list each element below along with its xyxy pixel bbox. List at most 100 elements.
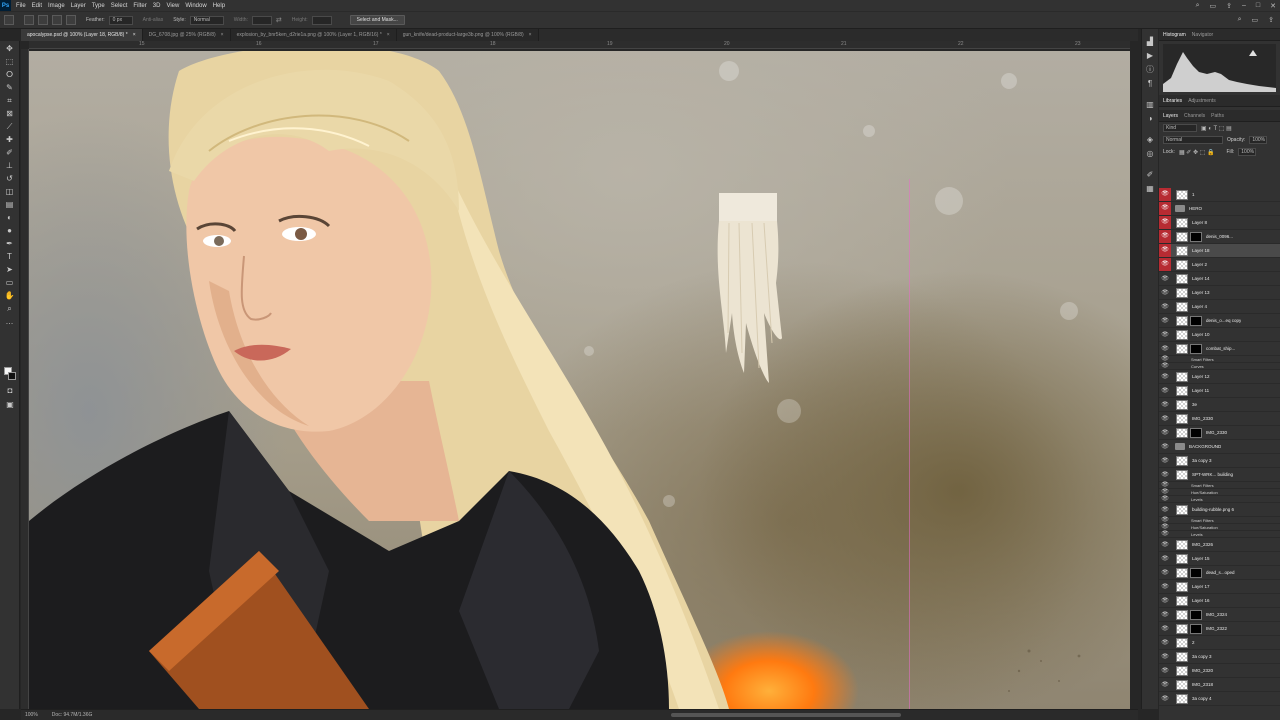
layer-row[interactable]: 👁 1 bbox=[1159, 188, 1280, 202]
channels-icon[interactable]: ◎ bbox=[1146, 149, 1155, 158]
layer-row[interactable]: 👁 combat_ship... bbox=[1159, 342, 1280, 356]
smart-filter-row[interactable]: 👁 Curves bbox=[1159, 363, 1280, 370]
new-selection-button[interactable] bbox=[24, 15, 34, 25]
search-icon[interactable]: ⌕ bbox=[1196, 2, 1200, 10]
opacity-input[interactable]: 100% bbox=[1249, 136, 1268, 144]
quick-select-tool-icon[interactable]: ✎ bbox=[3, 82, 17, 93]
close-tab-icon[interactable]: × bbox=[529, 32, 532, 38]
layer-group-row[interactable]: 👁 HERO bbox=[1159, 202, 1280, 216]
smart-filter-row[interactable]: 👁 Levels bbox=[1159, 496, 1280, 503]
brush-tool-icon[interactable]: ✐ bbox=[3, 147, 17, 158]
layers-icon[interactable]: ◈ bbox=[1146, 135, 1155, 144]
layer-row[interactable]: 👁 Layer 8 bbox=[1159, 216, 1280, 230]
close-tab-icon[interactable]: × bbox=[221, 32, 224, 38]
play-icon[interactable]: ▶ bbox=[1146, 51, 1155, 60]
layer-row[interactable]: 👁 IMG_2330 bbox=[1159, 412, 1280, 426]
pen-tool-icon[interactable]: ✒ bbox=[3, 238, 17, 249]
document-tab[interactable]: explosion_by_bnr5ken_d2rie1a.png @ 100% … bbox=[230, 29, 397, 41]
library-icon[interactable]: ▥ bbox=[1146, 100, 1155, 109]
style-select[interactable]: Normal bbox=[189, 15, 224, 25]
visibility-eye-icon[interactable]: 👁 bbox=[1159, 258, 1171, 271]
frame-tool-icon[interactable]: ⊠ bbox=[3, 108, 17, 119]
workspace-icon[interactable]: ▭ bbox=[1209, 2, 1216, 10]
subtract-selection-button[interactable] bbox=[52, 15, 62, 25]
select-and-mask-button[interactable]: Select and Mask... bbox=[349, 15, 405, 25]
visibility-eye-icon[interactable]: 👁 bbox=[1159, 471, 1171, 478]
visibility-eye-icon[interactable]: 👁 bbox=[1159, 188, 1171, 201]
menu-3d[interactable]: 3D bbox=[153, 3, 161, 9]
document-tab[interactable]: apocalypse.psd @ 100% (Layer 18, RGB/8) … bbox=[21, 29, 143, 41]
document-canvas[interactable] bbox=[29, 51, 1130, 709]
tab-histogram[interactable]: Histogram bbox=[1163, 32, 1186, 38]
shape-tool-icon[interactable]: ▭ bbox=[3, 277, 17, 288]
feather-input[interactable]: 0 px bbox=[108, 15, 133, 25]
visibility-eye-icon[interactable]: 👁 bbox=[1159, 541, 1171, 548]
healing-brush-icon[interactable]: ✚ bbox=[3, 134, 17, 145]
lock-icons[interactable]: ▦ ✐ ✥ ⬚ 🔒 bbox=[1179, 149, 1215, 156]
visibility-eye-icon[interactable]: 👁 bbox=[1159, 275, 1171, 282]
visibility-eye-icon[interactable]: 👁 bbox=[1159, 653, 1171, 660]
tab-channels[interactable]: Channels bbox=[1184, 113, 1205, 119]
visibility-eye-icon[interactable]: 👁 bbox=[1159, 457, 1171, 464]
search-icon[interactable]: ⌕ bbox=[1238, 16, 1242, 24]
tab-navigator[interactable]: Navigator bbox=[1192, 32, 1213, 38]
visibility-eye-icon[interactable]: 👁 bbox=[1159, 489, 1171, 495]
visibility-eye-icon[interactable]: 👁 bbox=[1159, 555, 1171, 562]
visibility-eye-icon[interactable]: 👁 bbox=[1159, 363, 1171, 369]
document-tab[interactable]: gun_knife/dead-product-large3b.png @ 100… bbox=[396, 29, 539, 41]
vertical-ruler[interactable] bbox=[21, 49, 29, 709]
visibility-eye-icon[interactable]: 👁 bbox=[1159, 667, 1171, 674]
visibility-eye-icon[interactable]: 👁 bbox=[1159, 429, 1171, 436]
smart-filter-row[interactable]: 👁 Smart Filters bbox=[1159, 482, 1280, 489]
lasso-tool-icon[interactable]: ⵔ bbox=[3, 69, 17, 80]
antialias-label[interactable]: Anti-alias bbox=[143, 17, 164, 23]
layer-row[interactable]: 👁 IMG_2326 bbox=[1159, 538, 1280, 552]
filter-icons[interactable]: ▣ ◐ T ⬚ ▤ bbox=[1201, 125, 1232, 132]
share-icon[interactable]: ⇪ bbox=[1268, 16, 1274, 24]
visibility-eye-icon[interactable]: 👁 bbox=[1159, 496, 1171, 502]
visibility-eye-icon[interactable]: 👁 bbox=[1159, 506, 1171, 513]
move-tool-icon[interactable]: ✥ bbox=[3, 43, 17, 54]
layer-mask-thumbnail[interactable] bbox=[1190, 567, 1202, 578]
more-tools-icon[interactable]: … bbox=[3, 316, 17, 327]
visibility-eye-icon[interactable]: 👁 bbox=[1159, 531, 1171, 537]
layer-row[interactable]: 👁 2 bbox=[1159, 636, 1280, 650]
smart-filter-row[interactable]: 👁 Smart Filters bbox=[1159, 517, 1280, 524]
layer-row[interactable]: 👁 building-rubble.png 6 bbox=[1159, 503, 1280, 517]
brush-settings-icon[interactable]: ✐ bbox=[1146, 170, 1155, 179]
fill-input[interactable]: 100% bbox=[1238, 148, 1257, 156]
visibility-eye-icon[interactable]: 👁 bbox=[1159, 345, 1171, 352]
zoom-tool-icon[interactable]: ⌕ bbox=[3, 303, 17, 314]
minimize-icon[interactable]: – bbox=[1242, 2, 1246, 9]
kind-filter[interactable]: Kind bbox=[1163, 124, 1197, 132]
layer-mask-thumbnail[interactable] bbox=[1190, 315, 1202, 326]
menu-image[interactable]: Image bbox=[48, 3, 65, 9]
layer-mask-thumbnail[interactable] bbox=[1190, 231, 1202, 242]
visibility-eye-icon[interactable]: 👁 bbox=[1159, 524, 1171, 530]
layer-row[interactable]: 👁 Layer 17 bbox=[1159, 580, 1280, 594]
histogram-icon[interactable]: ▟ bbox=[1146, 37, 1155, 46]
layer-row[interactable]: 👁 Layer 4 bbox=[1159, 300, 1280, 314]
info-icon[interactable]: ⓘ bbox=[1146, 65, 1155, 74]
visibility-eye-icon[interactable]: 👁 bbox=[1159, 289, 1171, 296]
layer-row[interactable]: 👁 Layer 2 bbox=[1159, 258, 1280, 272]
crop-tool-icon[interactable]: ⌗ bbox=[3, 95, 17, 106]
layer-row[interactable]: 👁 dead_s...oped bbox=[1159, 566, 1280, 580]
dodge-tool-icon[interactable]: ● bbox=[3, 225, 17, 236]
visibility-eye-icon[interactable]: 👁 bbox=[1159, 611, 1171, 618]
layer-row[interactable]: 👁 3a copy 3 bbox=[1159, 650, 1280, 664]
layer-row[interactable]: 👁 denis_o...eq copy bbox=[1159, 314, 1280, 328]
tab-paths[interactable]: Paths bbox=[1211, 113, 1224, 119]
close-icon[interactable]: ✕ bbox=[1270, 2, 1276, 10]
paragraph-icon[interactable]: ¶ bbox=[1146, 79, 1155, 88]
swap-icon[interactable]: ⇄ bbox=[276, 16, 282, 24]
visibility-eye-icon[interactable]: 👁 bbox=[1159, 202, 1171, 215]
layer-row[interactable]: 👁 3a copy 3 bbox=[1159, 454, 1280, 468]
add-selection-button[interactable] bbox=[38, 15, 48, 25]
menu-edit[interactable]: Edit bbox=[32, 3, 42, 9]
smart-filter-row[interactable]: 👁 Smart Filters bbox=[1159, 356, 1280, 363]
workspace-icon[interactable]: ▭ bbox=[1252, 16, 1259, 24]
visibility-eye-icon[interactable]: 👁 bbox=[1159, 230, 1171, 243]
eraser-tool-icon[interactable]: ◫ bbox=[3, 186, 17, 197]
close-tab-icon[interactable]: × bbox=[387, 32, 390, 38]
